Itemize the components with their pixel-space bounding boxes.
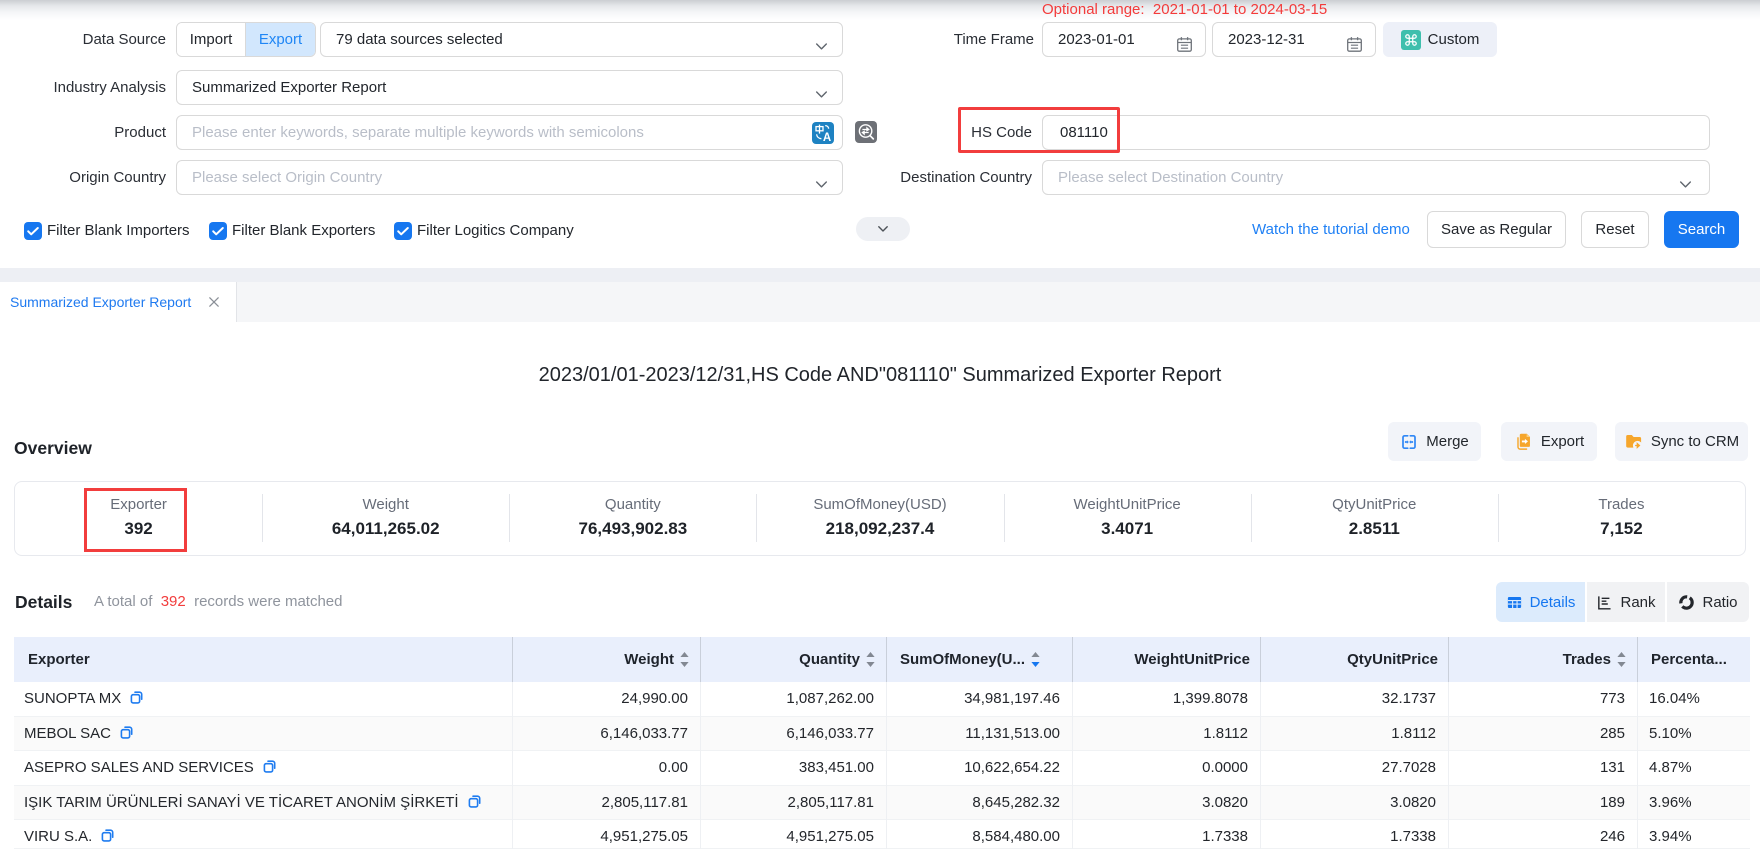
svg-text:A: A — [823, 132, 831, 144]
